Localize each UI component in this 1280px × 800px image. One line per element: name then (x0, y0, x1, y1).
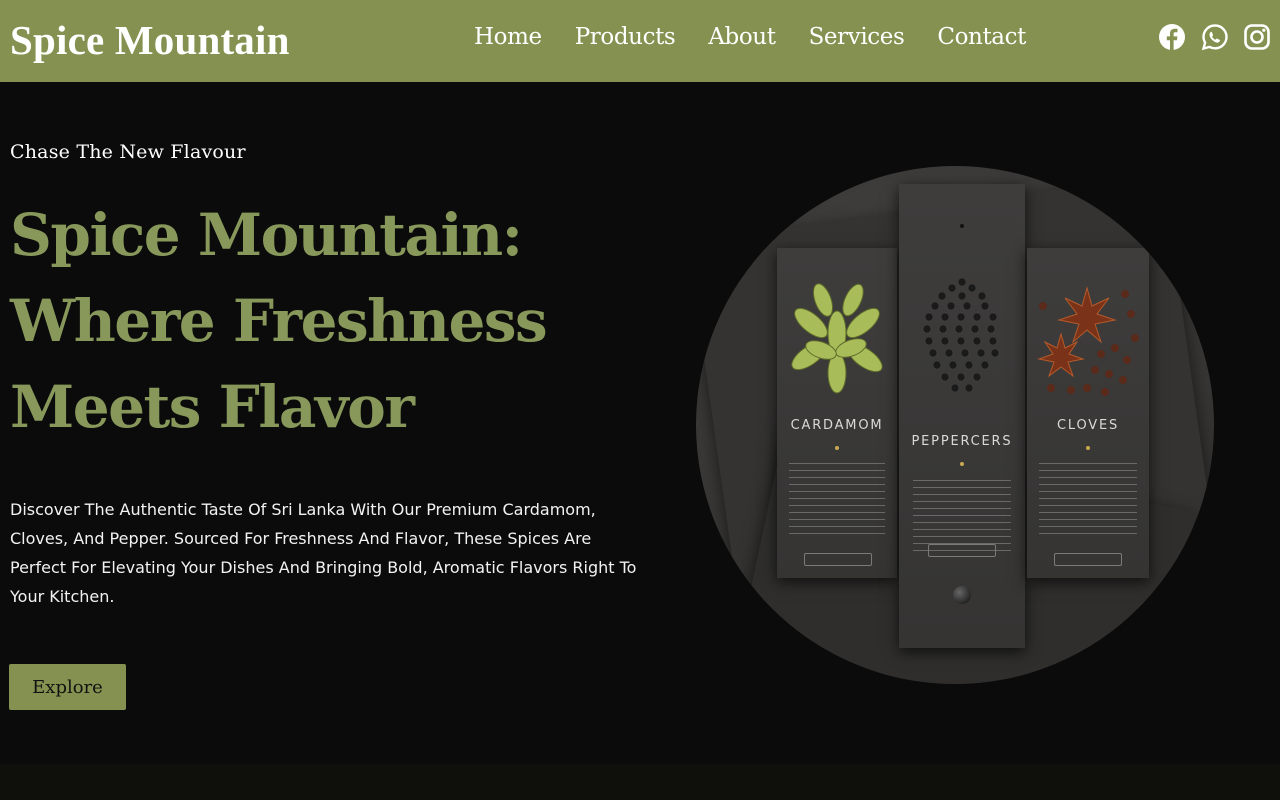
decorative-dot (1086, 446, 1090, 450)
hero-headline: Spice Mountain: Where Freshness Meets Fl… (10, 192, 630, 450)
main-nav: Home Products About Services Contact (474, 24, 1059, 50)
cardamom-package: CARDAMOM (777, 248, 897, 578)
explore-button[interactable]: Explore (9, 664, 126, 710)
facebook-icon[interactable] (1158, 23, 1186, 51)
next-section-edge (0, 764, 1280, 800)
cardamom-pods-image (791, 283, 883, 394)
spice-product-image: CARDAMOM PEPPERCERS CLOVES (696, 166, 1214, 684)
headline-line-1: Spice Mountain: (10, 201, 523, 269)
hero-description: Discover The Authentic Taste Of Sri Lank… (10, 500, 637, 606)
nav-link-products[interactable]: Products (575, 24, 676, 50)
instagram-icon[interactable] (1243, 23, 1271, 51)
cardamom-label: CARDAMOM (790, 418, 884, 433)
package-label-box (928, 544, 996, 557)
package-label-box (804, 553, 872, 566)
peppercorn-package: PEPPERCERS (899, 184, 1025, 648)
cloves-label: CLOVES (1056, 418, 1120, 433)
decorative-dot (960, 224, 964, 228)
package-clasp (953, 586, 971, 604)
nav-link-about[interactable]: About (708, 24, 776, 50)
package-text-lines (1039, 463, 1137, 535)
peppercorn-label: PEPPERCERS (911, 434, 1013, 449)
headline-line-3: Meets Flavor (10, 373, 415, 441)
brand-logo-text[interactable]: Spice Mountain (10, 16, 290, 64)
nav-link-home[interactable]: Home (474, 24, 542, 50)
nav-link-services[interactable]: Services (809, 24, 905, 50)
hero-tagline: Chase The New Flavour (10, 141, 246, 163)
package-text-lines (789, 463, 885, 535)
top-navbar: Spice Mountain Home Products About Servi… (0, 0, 1280, 82)
peppercorns-image (922, 277, 1000, 393)
whatsapp-icon[interactable] (1201, 23, 1229, 51)
cloves-package: CLOVES (1027, 248, 1149, 578)
package-text-lines (913, 480, 1011, 552)
package-label-box (1054, 553, 1122, 566)
decorative-dot (960, 462, 964, 466)
cloves-star-anise-image (1037, 286, 1139, 396)
decorative-dot (835, 446, 839, 450)
headline-line-2: Where Freshness (10, 287, 548, 355)
nav-link-contact[interactable]: Contact (937, 24, 1026, 50)
